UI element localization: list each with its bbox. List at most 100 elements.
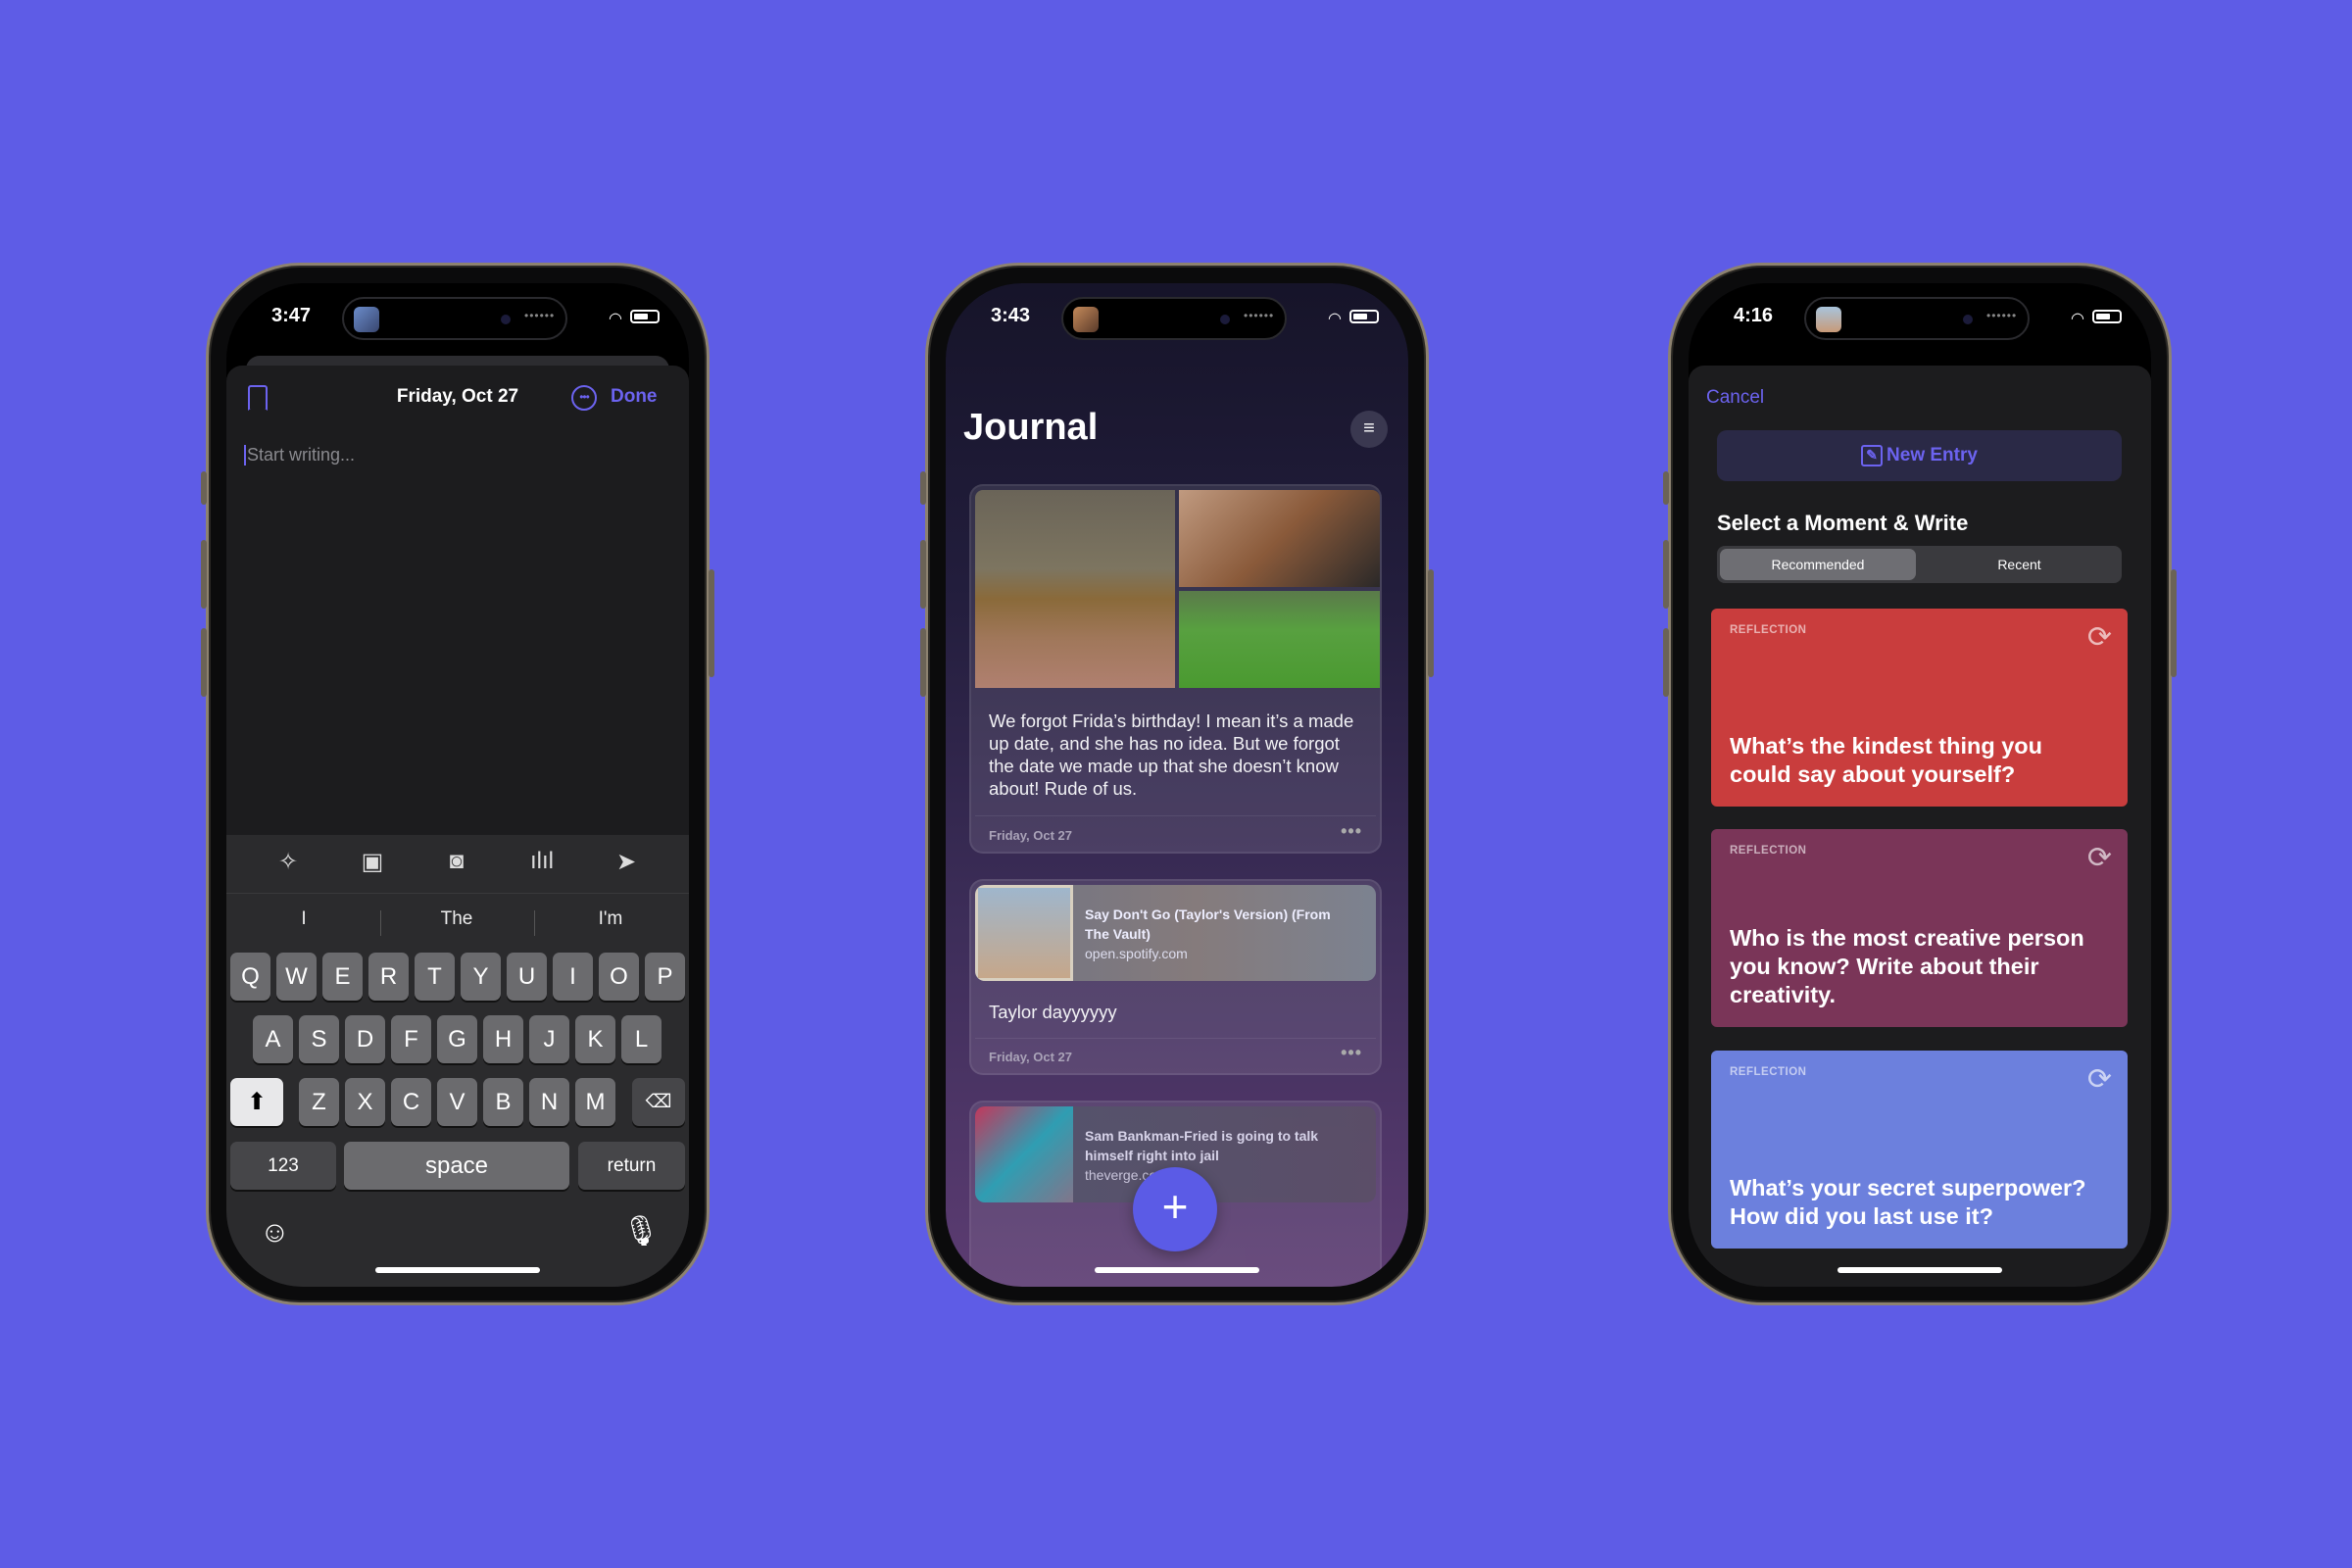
key-r[interactable]: R: [368, 953, 409, 1001]
now-playing-artwork: [1816, 307, 1841, 332]
suggestion-3[interactable]: I'm: [552, 908, 669, 930]
page-title: Journal: [963, 407, 1099, 448]
home-indicator: [1838, 1267, 2002, 1273]
key-q[interactable]: Q: [230, 953, 270, 1001]
waveform-icon[interactable]: ılıl: [525, 848, 559, 877]
key-f[interactable]: F: [391, 1015, 431, 1063]
filter-button[interactable]: ≡: [1350, 411, 1388, 448]
photo-library-icon[interactable]: ▣: [356, 848, 389, 877]
journal-entry-card[interactable]: Say Don't Go (Taylor's Version) (From Th…: [969, 879, 1382, 1075]
emoji-icon[interactable]: ☺: [260, 1216, 290, 1250]
photo-dog-lying[interactable]: [975, 490, 1175, 688]
key-j[interactable]: J: [529, 1015, 569, 1063]
refresh-icon[interactable]: ⟳: [2087, 620, 2112, 655]
home-indicator: [375, 1267, 540, 1273]
key-h[interactable]: H: [483, 1015, 523, 1063]
entry-more-icon[interactable]: •••: [1341, 1043, 1362, 1063]
key-s[interactable]: S: [299, 1015, 339, 1063]
done-button[interactable]: Done: [611, 386, 658, 408]
key-e[interactable]: E: [322, 953, 363, 1001]
prompt-card[interactable]: REFLECTION ⟳ What’s the kindest thing yo…: [1711, 609, 2128, 807]
key-l[interactable]: L: [621, 1015, 662, 1063]
phone-editor: 3:47 •••••• ◠ Friday, Oct 27 ••• Done St…: [201, 263, 714, 1305]
new-entry-label: New Entry: [1886, 445, 1978, 466]
phone-new-entry: 4:16 •••••• ◠ Cancel ✎ New Entry Select …: [1663, 263, 2177, 1305]
segment-recommended[interactable]: Recommended: [1720, 549, 1916, 580]
magic-wand-icon[interactable]: ✧: [271, 848, 305, 877]
key-x[interactable]: X: [345, 1078, 385, 1126]
space-key[interactable]: space: [344, 1142, 569, 1190]
link-url: theverge.com: [1085, 1167, 1168, 1183]
camera-icon[interactable]: ◙: [440, 848, 473, 877]
location-arrow-icon[interactable]: ➤: [610, 848, 643, 877]
new-entry-button[interactable]: ✎ New Entry: [1717, 430, 2122, 481]
numbers-key[interactable]: 123: [230, 1142, 336, 1190]
entry-more-icon[interactable]: •••: [1341, 821, 1362, 842]
key-i[interactable]: I: [553, 953, 593, 1001]
status-time: 3:47: [270, 305, 312, 326]
key-t[interactable]: T: [415, 953, 455, 1001]
key-p[interactable]: P: [645, 953, 685, 1001]
status-time: 4:16: [1733, 305, 1774, 326]
key-w[interactable]: W: [276, 953, 317, 1001]
key-c[interactable]: C: [391, 1078, 431, 1126]
wifi-icon: ◠: [1328, 311, 1342, 327]
link-preview[interactable]: Say Don't Go (Taylor's Version) (From Th…: [975, 885, 1376, 981]
compose-icon: ✎: [1861, 445, 1884, 466]
dynamic-island: ••••••: [342, 297, 567, 340]
refresh-icon[interactable]: ⟳: [2087, 841, 2112, 875]
key-a[interactable]: A: [253, 1015, 293, 1063]
suggestion-2[interactable]: The: [398, 908, 515, 930]
shift-key[interactable]: ⬆: [230, 1078, 283, 1126]
prompt-card[interactable]: REFLECTION ⟳ What’s your secret superpow…: [1711, 1051, 2128, 1249]
key-y[interactable]: Y: [461, 953, 501, 1001]
screen: 3:43 •••••• ◠ Journal ≡ We forgot Frida’…: [946, 283, 1408, 1287]
key-m[interactable]: M: [575, 1078, 615, 1126]
battery-icon: [1349, 310, 1379, 323]
section-title: Select a Moment & Write: [1717, 511, 1969, 535]
key-u[interactable]: U: [507, 953, 547, 1001]
segment-recent[interactable]: Recent: [1920, 549, 2119, 580]
microphone-icon[interactable]: 🎙︎: [622, 1214, 660, 1249]
screen: 4:16 •••••• ◠ Cancel ✎ New Entry Select …: [1689, 283, 2151, 1287]
phone-journal: 3:43 •••••• ◠ Journal ≡ We forgot Frida’…: [920, 263, 1434, 1305]
editor-input[interactable]: Start writing...: [244, 445, 355, 466]
prompt-question: What’s the kindest thing you could say a…: [1730, 733, 2042, 787]
prompt-card[interactable]: REFLECTION ⟳ Who is the most creative pe…: [1711, 829, 2128, 1027]
entry-text: Taylor dayyyyyy: [989, 1002, 1117, 1022]
prompt-question: What’s your secret superpower? How did y…: [1730, 1175, 2086, 1229]
dynamic-island: ••••••: [1061, 297, 1287, 340]
cancel-button[interactable]: Cancel: [1706, 387, 1764, 409]
key-n[interactable]: N: [529, 1078, 569, 1126]
link-url: open.spotify.com: [1085, 946, 1188, 961]
prompt-question: Who is the most creative person you know…: [1730, 925, 2084, 1007]
status-time: 3:43: [990, 305, 1031, 326]
journal-entry-card[interactable]: We forgot Frida’s birthday! I mean it’s …: [969, 484, 1382, 854]
delete-key[interactable]: ⌫: [632, 1078, 685, 1126]
now-playing-artwork: [1073, 307, 1099, 332]
key-o[interactable]: O: [599, 953, 639, 1001]
ellipsis-circle-icon[interactable]: •••: [571, 385, 597, 411]
refresh-icon[interactable]: ⟳: [2087, 1062, 2112, 1097]
album-artwork: [975, 885, 1073, 981]
link-title: Say Don't Go (Taylor's Version) (From Th…: [1085, 906, 1331, 942]
key-b[interactable]: B: [483, 1078, 523, 1126]
wifi-icon: ◠: [609, 311, 622, 327]
segmented-control: Recommended Recent: [1717, 546, 2122, 583]
prompt-label: REFLECTION: [1730, 1066, 1807, 1078]
key-v[interactable]: V: [437, 1078, 477, 1126]
key-z[interactable]: Z: [299, 1078, 339, 1126]
entry-date: Friday, Oct 27: [989, 828, 1073, 843]
key-k[interactable]: K: [575, 1015, 615, 1063]
key-d[interactable]: D: [345, 1015, 385, 1063]
screen: 3:47 •••••• ◠ Friday, Oct 27 ••• Done St…: [226, 283, 689, 1287]
add-entry-button[interactable]: +: [1133, 1167, 1217, 1251]
prompt-label: REFLECTION: [1730, 624, 1807, 636]
suggestion-1[interactable]: I: [245, 908, 363, 930]
key-g[interactable]: G: [437, 1015, 477, 1063]
battery-icon: [2092, 310, 2122, 323]
article-thumbnail: [975, 1106, 1073, 1202]
return-key[interactable]: return: [578, 1142, 685, 1190]
photo-dog-lawn[interactable]: [1179, 591, 1380, 688]
photo-dog-selfie[interactable]: [1179, 490, 1380, 587]
